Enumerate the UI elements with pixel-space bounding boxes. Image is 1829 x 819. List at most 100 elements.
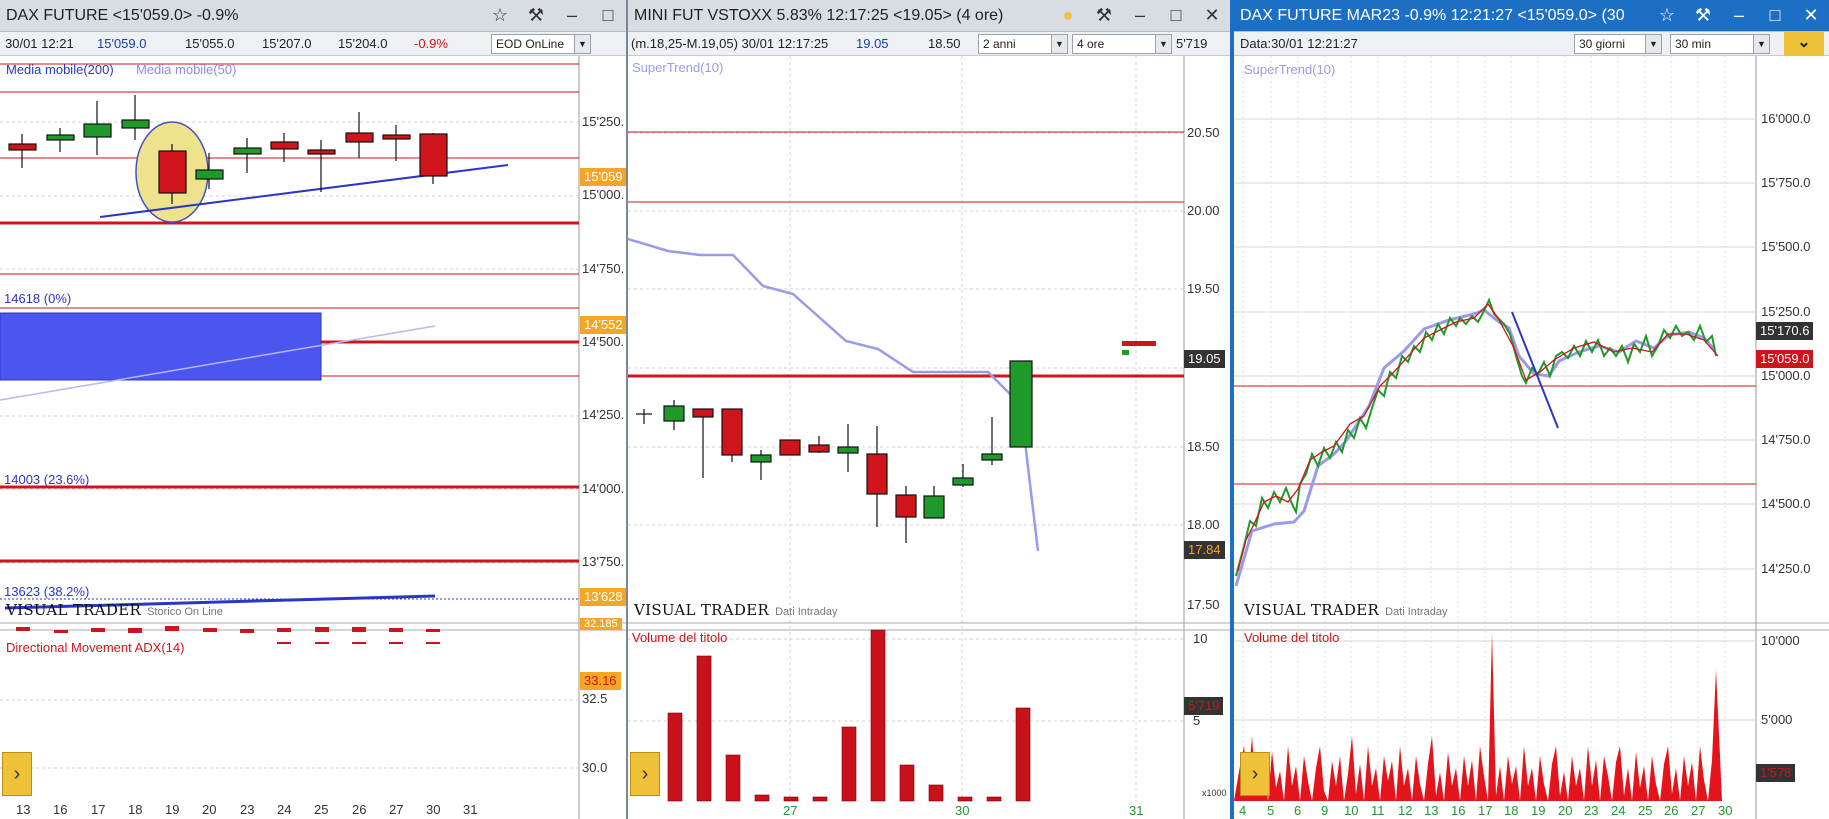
minimize-icon[interactable]: – (554, 0, 590, 32)
vstoxx-volume-label: Volume del titolo (632, 630, 728, 645)
dax-source-select[interactable]: EOD OnLine ▼ (491, 34, 591, 54)
supertrend-line (628, 237, 1040, 552)
chevron-down-icon[interactable]: ▼ (1645, 35, 1661, 53)
vstoxx-vol-unit: x1000 (1202, 788, 1227, 798)
dax-mar23-xtick: 23 (1584, 803, 1599, 818)
dax-mar23-title-bar[interactable]: DAX FUTURE MAR23 -0.9% 12:21:27 <15'059.… (1234, 0, 1829, 32)
star-icon[interactable]: ☆ (1649, 0, 1685, 32)
dax-ytick: 13'750. (582, 554, 625, 569)
hammer-icon[interactable]: ⚒ (1086, 0, 1122, 32)
vstoxx-interval-value: 4 ore (1077, 37, 1105, 51)
dax-mar23-brand-watermark: VISUAL TRADER Dati Intraday (1244, 601, 1447, 619)
vstoxx-supertrend-tag: 17.84 (1184, 541, 1225, 559)
close-icon[interactable]: ✕ (1793, 0, 1829, 32)
dax-mar23-volume-tag: 1'578 (1756, 764, 1796, 782)
dax-fib-tag: 14'552 (580, 316, 626, 334)
adx-ytick: 30.0 (582, 760, 608, 775)
dax-info-bar: 30/01 12:21 15'059.0 15'055.0 15'207.0 1… (0, 32, 626, 56)
adx-label: Directional Movement ADX(14) (6, 640, 185, 655)
vstoxx-panel: MINI FUT VSTOXX 5.83% 12:17:25 <19.05> (… (628, 0, 1230, 819)
dax-info-v3: 15'207.0 (262, 36, 312, 51)
dax-xtick: 30 (426, 802, 441, 817)
close-icon[interactable]: ✕ (1194, 0, 1230, 32)
dax-mar23-supertrend-tag: 15'170.6 (1756, 322, 1814, 340)
chevron-down-icon[interactable]: ⌄ (1784, 32, 1824, 56)
dax-ytick: 15'250. (582, 114, 625, 129)
chevron-down-icon[interactable]: ▼ (1051, 35, 1067, 53)
dax-title-bar[interactable]: DAX FUTURE <15'059.0> -0.9% ☆ ⚒ – □ (0, 0, 626, 32)
dax-mar23-ytick: 15'750.0 (1761, 175, 1811, 190)
chevron-down-icon[interactable]: ▼ (1753, 35, 1769, 53)
dax-mar23-ytick: 14'750.0 (1761, 432, 1811, 447)
vstoxx-ytick: 19.50 (1187, 281, 1220, 296)
dax-mar23-last-price-tag: 15'059.0 (1756, 350, 1814, 368)
minimize-icon[interactable]: – (1122, 0, 1158, 32)
dax-mar23-xtick: 17 (1478, 803, 1493, 818)
dax-mar23-interval-value: 30 min (1675, 37, 1712, 51)
vstoxx-period-select[interactable]: 2 anni ▼ (978, 34, 1068, 54)
vstoxx-interval-select[interactable]: 4 ore ▼ (1072, 34, 1172, 54)
dax-xtick: 25 (314, 802, 329, 817)
vstoxx-vol-ytick: 5 (1193, 713, 1201, 728)
dax-mar23-xtick: 19 (1531, 803, 1546, 818)
vstoxx-xtick: 31 (1129, 803, 1144, 818)
dax-mar23-xtick: 10 (1344, 803, 1359, 818)
maximize-icon[interactable]: □ (590, 0, 626, 32)
chevron-right-icon[interactable]: › (2, 752, 32, 796)
vstoxx-xtick: 30 (955, 803, 970, 818)
dax-mar23-volume-label: Volume del titolo (1244, 630, 1340, 645)
fib-label-0: 14618 (0%) (4, 291, 72, 306)
star-icon[interactable]: ● (1050, 0, 1086, 32)
dax-mar23-price-chart[interactable] (1234, 56, 1829, 819)
dax-mar23-ytick: 15'250.0 (1761, 304, 1811, 319)
vstoxx-title-bar[interactable]: MINI FUT VSTOXX 5.83% 12:17:25 <19.05> (… (628, 0, 1230, 32)
dax-mar23-xtick: 4 (1239, 803, 1247, 818)
dax-xtick: 31 (463, 802, 478, 817)
dax-mar23-supertrend-label: SuperTrend(10) (1244, 62, 1336, 77)
dax-window-title: DAX FUTURE <15'059.0> -0.9% (6, 6, 239, 24)
dax-brand-text: VISUAL TRADER (6, 601, 142, 619)
dax-mar23-window-title: DAX FUTURE MAR23 -0.9% 12:21:27 <15'059.… (1240, 6, 1625, 24)
chevron-right-icon[interactable]: › (630, 752, 660, 796)
chevron-right-icon[interactable]: › (1240, 752, 1270, 796)
dax-mar23-period-select[interactable]: 30 giorni ▼ (1574, 34, 1662, 54)
hammer-icon[interactable]: ⚒ (1685, 0, 1721, 32)
dax-ma-tag: 13'628 (580, 588, 626, 606)
dax-mar23-xtick: 24 (1611, 803, 1626, 818)
vstoxx-ytick: 20.00 (1187, 203, 1220, 218)
dax-adx-value-tag: 33.16 (580, 672, 621, 690)
minimize-icon[interactable]: – (1721, 0, 1757, 32)
fib-label-236: 14003 (23.6%) (4, 472, 90, 487)
vstoxx-window-title: MINI FUT VSTOXX 5.83% 12:17:25 <19.05> (… (634, 6, 1004, 24)
dax-xtick: 20 (202, 802, 217, 817)
star-icon[interactable]: ☆ (482, 0, 518, 32)
dax-xtick: 26 (352, 802, 367, 817)
vstoxx-info-range: (m.18,25-M.19,05) 30/01 12:17:25 (631, 36, 829, 51)
dax-ytick: 14'250. (582, 407, 625, 422)
dax-mar23-interval-select[interactable]: 30 min ▼ (1670, 34, 1770, 54)
dax-mar23-xtick: 25 (1638, 803, 1653, 818)
dax-source-value: EOD OnLine (496, 37, 565, 51)
dax-xtick: 27 (389, 802, 404, 817)
maximize-icon[interactable]: □ (1158, 0, 1194, 32)
chevron-down-icon[interactable]: ▼ (574, 35, 590, 53)
vstoxx-volume-tag: 5'719 (1184, 697, 1224, 715)
hammer-icon[interactable]: ⚒ (518, 0, 554, 32)
dax-mar23-xtick: 6 (1294, 803, 1302, 818)
vstoxx-brand-text: VISUAL TRADER (634, 601, 770, 619)
dax-price-chart[interactable] (0, 56, 626, 819)
vstoxx-last-price-tag: 19.05 (1184, 350, 1225, 368)
dax-xtick: 23 (240, 802, 255, 817)
vstoxx-vol-ytick: 10 (1193, 631, 1208, 646)
dax-mar23-xtick: 20 (1558, 803, 1573, 818)
dax-mar23-panel: DAX FUTURE MAR23 -0.9% 12:21:27 <15'059.… (1234, 0, 1829, 819)
dax-adx-tag: 32.185 (580, 618, 622, 630)
dax-mar23-ytick: 14'500.0 (1761, 496, 1811, 511)
vstoxx-volume-value: 5'719 (1176, 36, 1208, 51)
vstoxx-price-chart[interactable] (628, 56, 1230, 819)
chevron-down-icon[interactable]: ▼ (1155, 35, 1171, 53)
dax-mar23-ytick: 15'000.0 (1761, 368, 1811, 383)
maximize-icon[interactable]: □ (1757, 0, 1793, 32)
vstoxx-info-last: 19.05 (856, 36, 889, 51)
dax-info-change: -0.9% (414, 36, 448, 51)
